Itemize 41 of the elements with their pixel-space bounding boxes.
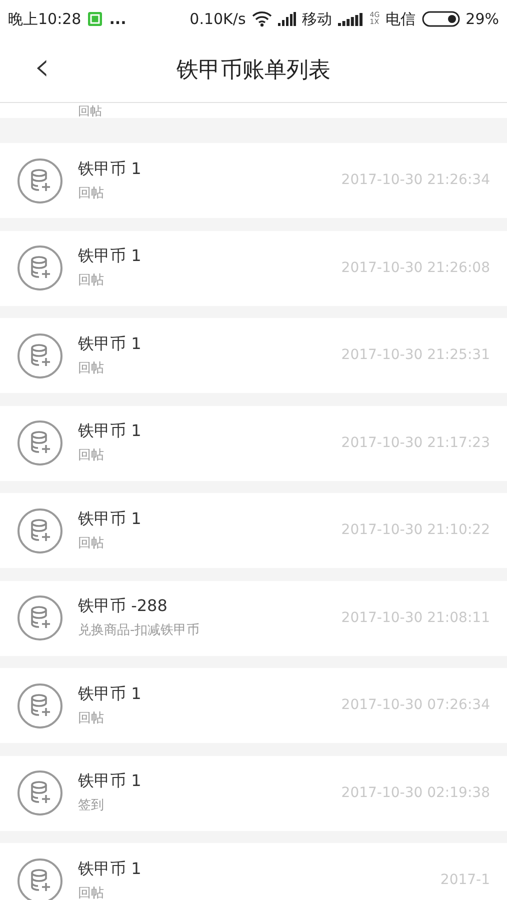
more-notifications: ...	[109, 8, 126, 30]
bill-subtitle: 回帖	[78, 360, 105, 378]
coin-stack-plus-icon	[17, 682, 63, 728]
wifi-icon	[252, 11, 272, 27]
coin-stack-plus-icon	[17, 595, 63, 641]
coin-stack-plus-icon	[17, 508, 63, 554]
coin-stack-plus-icon	[17, 332, 63, 378]
page-title: 铁甲币账单列表	[176, 56, 330, 84]
bill-subtitle: 兑换商品-扣减铁甲币	[78, 622, 201, 640]
coin-stack-plus-icon	[17, 770, 63, 816]
bill-subtitle: 回帖	[78, 447, 105, 465]
bill-subtitle: 回帖	[78, 184, 105, 202]
coin-stack-plus-icon	[17, 858, 63, 900]
bill-subtitle: 回帖	[78, 104, 102, 118]
bill-title: 铁甲币 1	[78, 245, 142, 267]
bill-subtitle: 回帖	[78, 272, 105, 290]
back-button[interactable]: ‹	[22, 47, 62, 93]
bill-title: 铁甲币 1	[78, 858, 142, 880]
bill-title: 铁甲币 1	[78, 682, 142, 704]
bill-title: 铁甲币 1	[78, 770, 142, 792]
network-speed: 0.10K/s	[190, 8, 246, 30]
bill-subtitle: 回帖	[78, 884, 105, 900]
bill-title: 铁甲币 1	[78, 158, 142, 180]
coin-stack-plus-icon	[17, 420, 63, 466]
bill-title: 铁甲币 1	[78, 332, 142, 354]
carrier-name: 移动	[302, 8, 332, 30]
battery-icon	[422, 11, 460, 27]
carrier-name: 电信	[386, 8, 416, 30]
status-time: 晚上10:28	[8, 8, 82, 30]
app-notification-icon	[87, 11, 104, 27]
bill-subtitle: 回帖	[78, 534, 105, 552]
bill-title: 铁甲币 -288	[78, 595, 168, 617]
coin-stack-plus-icon	[17, 245, 63, 291]
coin-stack-plus-icon	[17, 158, 63, 204]
bill-subtitle: 签到	[78, 797, 105, 815]
battery-level: 29%	[466, 8, 499, 30]
signal-icon	[278, 12, 296, 26]
bill-title: 铁甲币 1	[78, 420, 142, 442]
signal-icon	[338, 12, 364, 26]
bill-subtitle: 回帖	[78, 710, 105, 728]
bill-title: 铁甲币 1	[78, 508, 142, 530]
